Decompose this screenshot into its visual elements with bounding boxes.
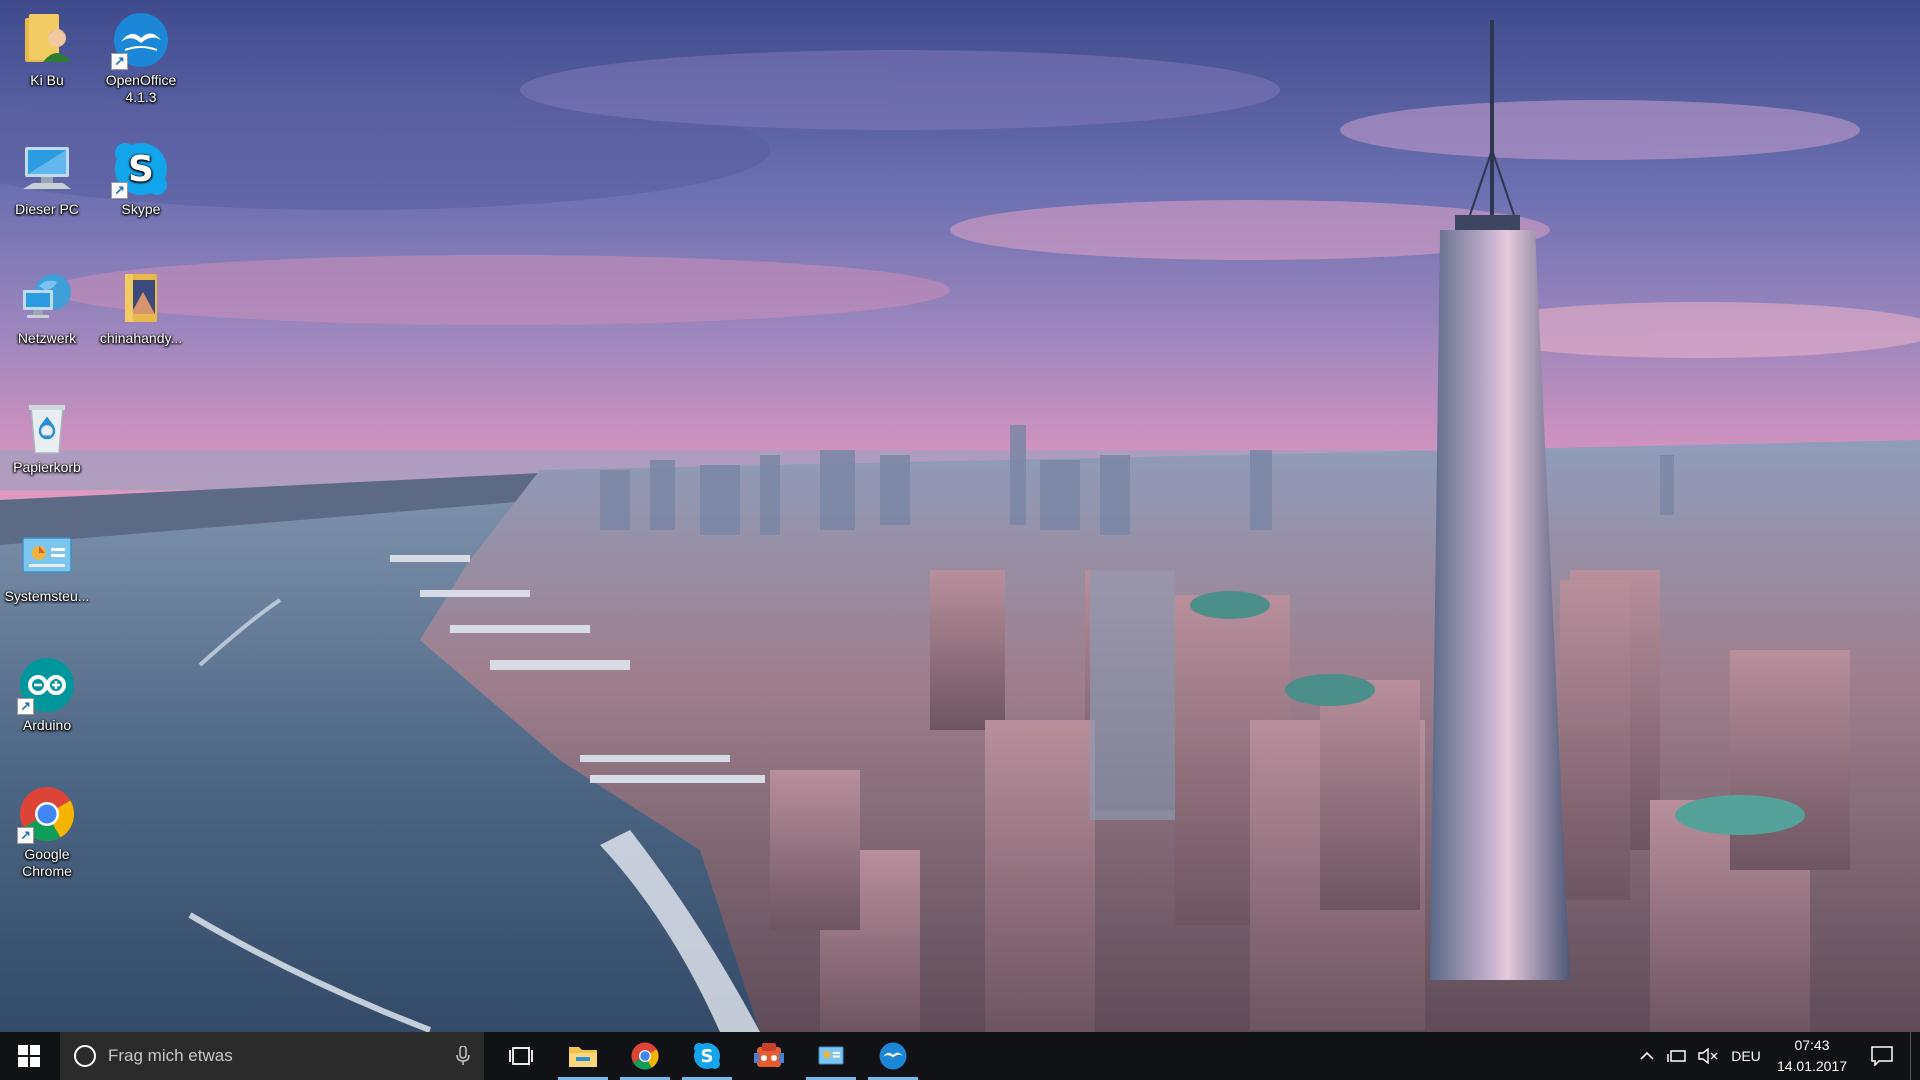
desktop-icon-label: Google Chrome	[22, 846, 72, 879]
desktop-icon-label: chinahandy...	[99, 330, 183, 346]
search-input[interactable]	[106, 1045, 430, 1067]
shortcut-arrow-icon: ↗	[17, 698, 34, 715]
chevron-up-icon	[1640, 1051, 1654, 1060]
input-language-button[interactable]: DEU	[1728, 1032, 1764, 1080]
desktop-icon-label: Arduino	[22, 717, 72, 733]
network-tray-icon	[1667, 1050, 1686, 1062]
desktop-icon-dieser-pc[interactable]: Dieser PC	[0, 137, 94, 218]
taskbar-openoffice[interactable]	[862, 1032, 924, 1080]
taskbar-program[interactable]	[738, 1032, 800, 1080]
desktop-icon-label: Netzwerk	[17, 330, 77, 346]
network-icon	[23, 274, 71, 318]
control-panel-icon	[818, 1046, 844, 1065]
volume-muted-icon	[1698, 1048, 1718, 1064]
desktop-icon-chinahandy[interactable]: chinahandy...	[94, 266, 188, 347]
desktop-icon-label: Papierkorb	[13, 459, 81, 475]
desktop-wallpaper	[0, 0, 1920, 1032]
desktop-icon-skype[interactable]: S ↗ Skype	[94, 137, 188, 218]
cortana-icon	[74, 1045, 96, 1067]
shortcut-arrow-icon: ↗	[111, 53, 128, 70]
clock-button[interactable]: 07:43 14.01.2017	[1772, 1032, 1852, 1080]
task-view-icon	[509, 1047, 533, 1065]
desktop-icon-openoffice[interactable]: ↗ OpenOffice 4.1.3	[94, 8, 188, 106]
desktop-icon-systemsteuerung[interactable]: Systemsteu...	[0, 524, 94, 605]
taskbar-skype[interactable]: S	[676, 1032, 738, 1080]
file-explorer-icon	[569, 1047, 597, 1067]
clock: 07:43 14.01.2017	[1777, 1035, 1847, 1077]
openoffice-icon	[879, 1042, 907, 1070]
user-folder-icon	[25, 14, 71, 62]
taskbar-control-panel[interactable]	[800, 1032, 862, 1080]
microphone-icon[interactable]	[456, 1046, 470, 1066]
svg-text:S: S	[128, 149, 154, 190]
folder-icon	[125, 274, 157, 322]
control-panel-icon	[22, 537, 72, 573]
app-icon	[754, 1043, 784, 1067]
computer-icon	[23, 147, 71, 189]
desktop-icon-label: OpenOffice 4.1.3	[105, 72, 177, 105]
show-desktop-button[interactable]	[1910, 1032, 1920, 1080]
desktop-icon-label: Ki Bu	[30, 72, 64, 88]
desktop-icon-label: Skype	[121, 201, 161, 217]
action-center-icon	[1871, 1046, 1893, 1066]
shortcut-arrow-icon: ↗	[111, 182, 128, 199]
tray-volume-button[interactable]	[1694, 1032, 1722, 1080]
taskbar: S	[0, 1032, 1920, 1080]
svg-text:S: S	[701, 1046, 714, 1067]
chrome-icon	[631, 1042, 659, 1070]
action-center-button[interactable]	[1862, 1032, 1902, 1080]
windows-logo-icon	[18, 1045, 40, 1067]
taskbar-file-explorer[interactable]	[552, 1032, 614, 1080]
show-hidden-icons-button[interactable]	[1636, 1032, 1658, 1080]
clock-time: 07:43	[1794, 1037, 1830, 1053]
recycle-bin-icon	[29, 405, 65, 454]
tray-network-button[interactable]	[1662, 1032, 1692, 1080]
start-button[interactable]	[0, 1032, 58, 1080]
taskbar-chrome[interactable]	[614, 1032, 676, 1080]
desktop-icon-netzwerk[interactable]: Netzwerk	[0, 266, 94, 347]
desktop-icon-google-chrome[interactable]: ↗ Google Chrome	[0, 782, 94, 880]
input-language-label: DEU	[1731, 1048, 1761, 1064]
desktop-icon-label: Dieser PC	[15, 201, 79, 217]
desktop-icon-papierkorb[interactable]: Papierkorb	[0, 395, 94, 476]
shortcut-arrow-icon: ↗	[17, 827, 34, 844]
desktop-icon-ki-bu[interactable]: Ki Bu	[0, 8, 94, 89]
desktop-icon-arduino[interactable]: ↗ Arduino	[0, 653, 94, 734]
skype-icon: S	[694, 1043, 720, 1069]
task-view-button[interactable]	[490, 1032, 552, 1080]
cortana-search-box[interactable]	[60, 1032, 484, 1080]
desktop-icon-label: Systemsteu...	[4, 588, 90, 604]
clock-date: 14.01.2017	[1776, 1058, 1848, 1074]
